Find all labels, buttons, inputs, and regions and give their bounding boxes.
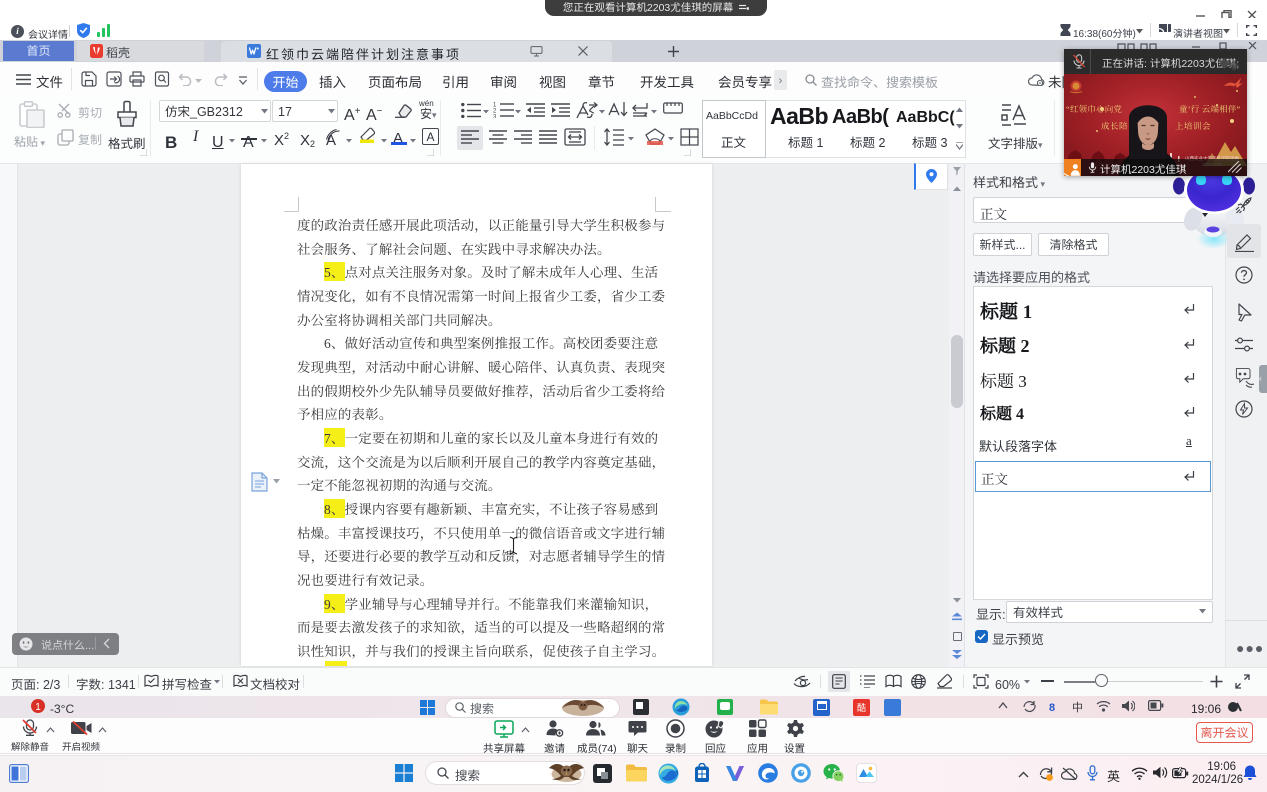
svg-text:3: 3: [493, 115, 497, 119]
